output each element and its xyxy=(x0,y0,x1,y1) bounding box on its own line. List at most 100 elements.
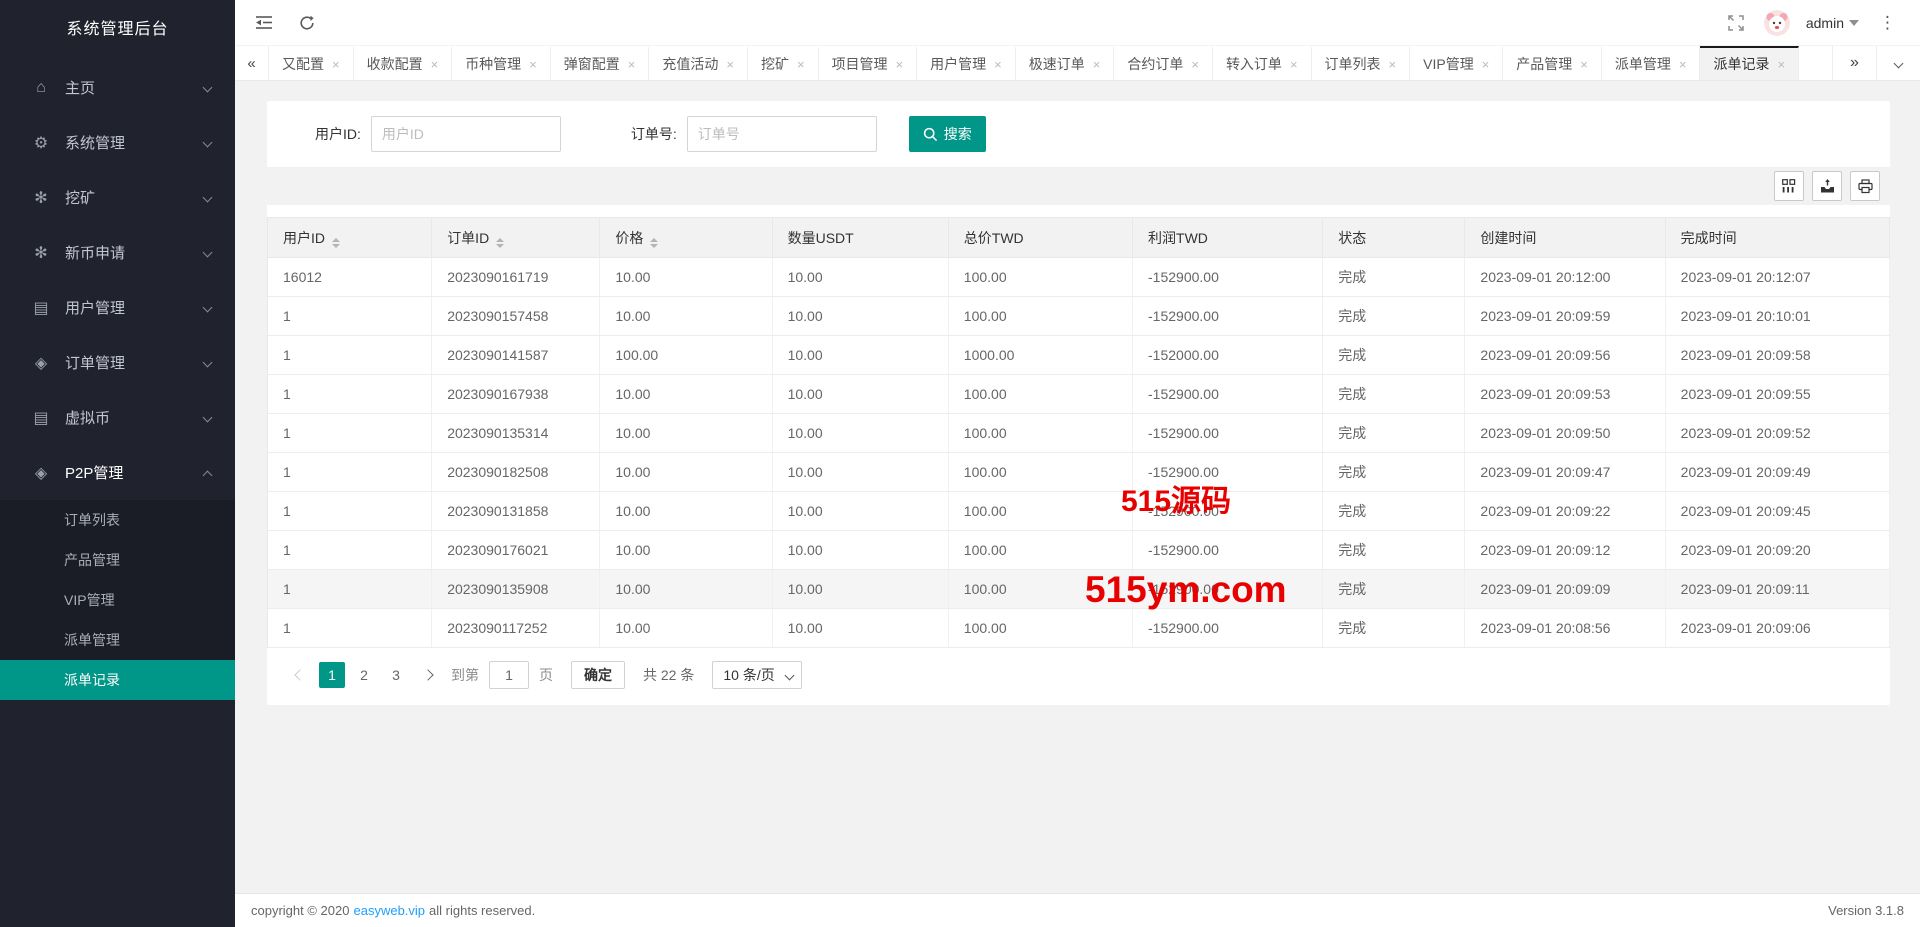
tab[interactable]: 派单管理× xyxy=(1602,46,1701,80)
prev-page-button[interactable] xyxy=(287,662,313,688)
table-row[interactable]: 1202309016793810.0010.00100.00-152900.00… xyxy=(268,375,1890,414)
tab[interactable]: 派单记录× xyxy=(1700,46,1799,80)
more-options-icon[interactable]: ⋮ xyxy=(1875,13,1900,33)
page-button[interactable]: 2 xyxy=(351,662,377,688)
sidebar-item-product-mgmt[interactable]: 产品管理 xyxy=(0,540,235,580)
table-cell: 2023-09-01 20:09:52 xyxy=(1665,414,1889,453)
table-cell: 10.00 xyxy=(600,453,772,492)
tabs-scroll-left-button[interactable]: « xyxy=(235,46,269,80)
table-cell: 100.00 xyxy=(948,258,1132,297)
tab-close-icon[interactable]: × xyxy=(797,58,805,71)
search-button[interactable]: 搜索 xyxy=(909,116,986,152)
sidebar-item-virtual-coin[interactable]: ▤ 虚拟币 xyxy=(0,390,235,445)
tab-close-icon[interactable]: × xyxy=(1482,58,1490,71)
tab-close-icon[interactable]: × xyxy=(628,58,636,71)
sidebar-item-label: 订单管理 xyxy=(65,352,125,373)
tab[interactable]: 充值活动× xyxy=(649,46,748,80)
tab[interactable]: 极速订单× xyxy=(1016,46,1115,80)
tab-close-icon[interactable]: × xyxy=(1777,58,1785,71)
table-cell: 完成 xyxy=(1323,258,1465,297)
tab-close-icon[interactable]: × xyxy=(529,58,537,71)
sidebar-item-vip-mgmt[interactable]: VIP管理 xyxy=(0,580,235,620)
order-no-input[interactable] xyxy=(687,116,877,152)
sidebar-item-users[interactable]: ▤ 用户管理 xyxy=(0,280,235,335)
tab[interactable]: 订单列表× xyxy=(1312,46,1411,80)
tab-close-icon[interactable]: × xyxy=(431,58,439,71)
table-row[interactable]: 1202309013531410.0010.00100.00-152900.00… xyxy=(268,414,1890,453)
page-size-select[interactable]: 10 条/页 xyxy=(712,661,802,689)
table-cell: 10.00 xyxy=(772,375,948,414)
user-menu[interactable]: admin xyxy=(1806,15,1859,31)
next-page-button[interactable] xyxy=(415,662,441,688)
tab[interactable]: VIP管理× xyxy=(1410,46,1503,80)
tab-close-icon[interactable]: × xyxy=(726,58,734,71)
tab-close-icon[interactable]: × xyxy=(1093,58,1101,71)
export-button[interactable] xyxy=(1812,171,1842,201)
tab-close-icon[interactable]: × xyxy=(332,58,340,71)
table-row[interactable]: 1202309011725210.0010.00100.00-152900.00… xyxy=(268,609,1890,648)
refresh-icon[interactable] xyxy=(299,15,315,31)
sidebar-item-mining[interactable]: ✻ 挖矿 xyxy=(0,170,235,225)
tab-close-icon[interactable]: × xyxy=(1290,58,1298,71)
goto-page-input[interactable] xyxy=(489,661,529,689)
page-button[interactable]: 1 xyxy=(319,662,345,688)
sidebar-item-p2p[interactable]: ◈ P2P管理 xyxy=(0,445,235,500)
column-header[interactable]: 订单ID xyxy=(432,218,600,258)
sidebar-item-dispatch-mgmt[interactable]: 派单管理 xyxy=(0,620,235,660)
tab[interactable]: 产品管理× xyxy=(1503,46,1602,80)
user-id-input[interactable] xyxy=(371,116,561,152)
confirm-button[interactable]: 确定 xyxy=(571,661,625,689)
tab[interactable]: 收款配置× xyxy=(354,46,453,80)
sort-icon[interactable] xyxy=(496,238,504,248)
sidebar-item-system[interactable]: ⚙ 系统管理 xyxy=(0,115,235,170)
tab[interactable]: 转入订单× xyxy=(1213,46,1312,80)
column-header-label: 状态 xyxy=(1338,230,1366,246)
tab[interactable]: 又配置× xyxy=(269,46,354,80)
sidebar-item-orders[interactable]: ◈ 订单管理 xyxy=(0,335,235,390)
sidebar-item-new-coin[interactable]: ✻ 新币申请 xyxy=(0,225,235,280)
sort-icon[interactable] xyxy=(332,238,340,248)
footer-link[interactable]: easyweb.vip xyxy=(353,903,425,918)
table-cell: 10.00 xyxy=(772,258,948,297)
sidebar-collapse-icon[interactable] xyxy=(255,15,273,30)
table-row[interactable]: 1202309018250810.0010.00100.00-152900.00… xyxy=(268,453,1890,492)
column-header[interactable]: 价格 xyxy=(600,218,772,258)
print-button[interactable] xyxy=(1850,171,1880,201)
table-cell: 2023-09-01 20:09:50 xyxy=(1465,414,1665,453)
table-row[interactable]: 1202309017602110.0010.00100.00-152900.00… xyxy=(268,531,1890,570)
tab-close-icon[interactable]: × xyxy=(1191,58,1199,71)
table-cell: 100.00 xyxy=(948,297,1132,336)
tabs-scroll-right-button[interactable]: » xyxy=(1832,46,1876,80)
tab[interactable]: 币种管理× xyxy=(452,46,551,80)
columns-filter-button[interactable] xyxy=(1774,171,1804,201)
orders-icon: ◈ xyxy=(30,353,52,373)
table-cell: 2023090117252 xyxy=(432,609,600,648)
fullscreen-icon[interactable] xyxy=(1728,15,1744,31)
tab-close-icon[interactable]: × xyxy=(1580,58,1588,71)
sidebar-item-dispatch-records[interactable]: 派单记录 xyxy=(0,660,235,700)
tabs-dropdown-button[interactable] xyxy=(1876,46,1920,80)
tab[interactable]: 弹窗配置× xyxy=(551,46,650,80)
avatar[interactable] xyxy=(1764,10,1790,36)
tab-close-icon[interactable]: × xyxy=(896,58,904,71)
table-row[interactable]: 16012202309016171910.0010.00100.00-15290… xyxy=(268,258,1890,297)
tab-close-icon[interactable]: × xyxy=(994,58,1002,71)
sidebar-item-order-list[interactable]: 订单列表 xyxy=(0,500,235,540)
tab-close-icon[interactable]: × xyxy=(1679,58,1687,71)
page-button[interactable]: 3 xyxy=(383,662,409,688)
column-header[interactable]: 用户ID xyxy=(268,218,432,258)
table-row[interactable]: 1202309013185810.0010.00100.00-152900.00… xyxy=(268,492,1890,531)
table-cell: 100.00 xyxy=(948,453,1132,492)
table-row[interactable]: 12023090141587100.0010.001000.00-152000.… xyxy=(268,336,1890,375)
tab[interactable]: 项目管理× xyxy=(819,46,918,80)
tab[interactable]: 用户管理× xyxy=(917,46,1016,80)
tab[interactable]: 挖矿× xyxy=(748,46,819,80)
sidebar-item-home[interactable]: ⌂ 主页 xyxy=(0,60,235,115)
table-row[interactable]: 1202309013590810.0010.00100.00-152900.00… xyxy=(268,570,1890,609)
tab-close-icon[interactable]: × xyxy=(1389,58,1397,71)
tab[interactable]: 合约订单× xyxy=(1114,46,1213,80)
table-row[interactable]: 1202309015745810.0010.00100.00-152900.00… xyxy=(268,297,1890,336)
table-cell: 2023-09-01 20:09:22 xyxy=(1465,492,1665,531)
table-cell: 10.00 xyxy=(772,453,948,492)
sort-icon[interactable] xyxy=(650,238,658,248)
